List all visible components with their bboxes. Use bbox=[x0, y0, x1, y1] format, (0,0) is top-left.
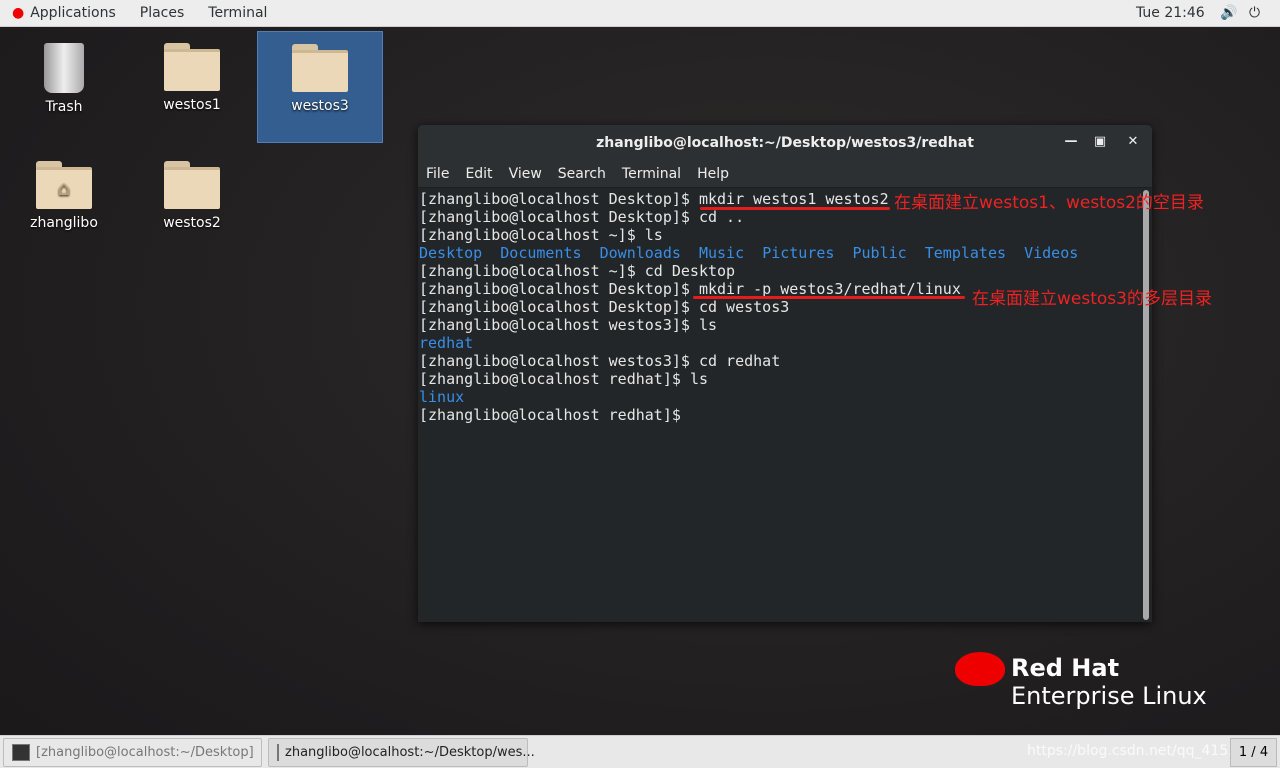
terminal-line: [zhanglibo@localhost westos3]$ cd redhat bbox=[419, 352, 1078, 370]
power-icon[interactable]: ⏻ bbox=[1249, 5, 1260, 21]
places-menu[interactable]: Places bbox=[128, 0, 197, 27]
icon-label: zhanglibo bbox=[30, 215, 98, 231]
directory-name: Public bbox=[852, 244, 907, 262]
menu-edit[interactable]: Edit bbox=[457, 166, 500, 182]
directory-name: Templates bbox=[924, 244, 1007, 262]
menu-view[interactable]: View bbox=[501, 166, 550, 182]
task-desktop-terminal[interactable]: [zhanglibo@localhost:~/Desktop] bbox=[3, 738, 262, 767]
command: cd redhat bbox=[698, 352, 781, 370]
desktop-icon-home[interactable]: ⌂ zhanglibo bbox=[1, 149, 127, 261]
menu-help[interactable]: Help bbox=[689, 166, 737, 182]
command: cd westos3 bbox=[698, 298, 790, 316]
command: mkdir westos1 westos2 bbox=[698, 190, 889, 208]
clock[interactable]: Tue 21:46 bbox=[1136, 5, 1205, 21]
command: ls bbox=[689, 370, 708, 388]
directory-name: Downloads bbox=[599, 244, 681, 262]
menu-terminal[interactable]: Terminal bbox=[614, 166, 689, 182]
redhat-icon: ● bbox=[12, 5, 25, 21]
menu-bar: File Edit View Search Terminal Help bbox=[418, 160, 1152, 188]
icon-label: westos1 bbox=[163, 97, 221, 113]
home-folder-icon: ⌂ bbox=[36, 161, 92, 209]
desktop-icon-westos2[interactable]: westos2 bbox=[129, 149, 255, 261]
menu-search[interactable]: Search bbox=[550, 166, 614, 182]
folder-icon bbox=[164, 161, 220, 209]
top-bar: ● Applications Places Terminal Tue 21:46 … bbox=[0, 0, 1280, 27]
prompt: [zhanglibo@localhost redhat]$ bbox=[419, 406, 681, 424]
prompt: [zhanglibo@localhost Desktop]$ bbox=[419, 190, 699, 208]
prompt: [zhanglibo@localhost Desktop]$ bbox=[419, 298, 699, 316]
taskbar: [zhanglibo@localhost:~/Desktop] zhanglib… bbox=[0, 735, 1280, 768]
directory-name: redhat bbox=[419, 334, 474, 352]
task-label: [zhanglibo@localhost:~/Desktop] bbox=[36, 745, 254, 760]
logo-line2: Enterprise Linux bbox=[1011, 682, 1207, 710]
task-label: zhanglibo@localhost:~/Desktop/wes... bbox=[285, 745, 535, 760]
minimize-icon[interactable]: — bbox=[1062, 134, 1080, 149]
desktop-icon-westos1[interactable]: westos1 bbox=[129, 31, 255, 143]
terminal-line: redhat bbox=[419, 334, 1078, 352]
directory-name: Videos bbox=[1024, 244, 1079, 262]
directory-name: linux bbox=[419, 388, 465, 406]
terminal-line: linux bbox=[419, 388, 1078, 406]
folder-icon bbox=[292, 44, 348, 92]
logo-line1: Red Hat bbox=[1011, 654, 1120, 682]
desktop-icon-westos3[interactable]: westos3 bbox=[257, 31, 383, 143]
applications-menu[interactable]: ● Applications bbox=[0, 0, 128, 27]
terminal-line: [zhanglibo@localhost westos3]$ ls bbox=[419, 316, 1078, 334]
terminal-menu[interactable]: Terminal bbox=[196, 0, 279, 27]
trash-icon bbox=[44, 43, 84, 93]
annotation-2: 在桌面建立westos3的多层目录 bbox=[972, 289, 1212, 309]
directory-name: Music bbox=[698, 244, 745, 262]
redhat-hat-icon bbox=[955, 652, 1005, 686]
terminal-line: Desktop Documents Downloads Music Pictur… bbox=[419, 244, 1078, 262]
icon-label: westos3 bbox=[291, 98, 349, 114]
terminal-line: [zhanglibo@localhost ~]$ cd Desktop bbox=[419, 262, 1078, 280]
directory-name: Desktop bbox=[419, 244, 483, 262]
prompt: [zhanglibo@localhost westos3]$ bbox=[419, 352, 699, 370]
annotation-1: 在桌面建立westos1、westos2的空目录 bbox=[894, 193, 1204, 213]
terminal-line: [zhanglibo@localhost redhat]$ bbox=[419, 406, 1078, 424]
title-bar[interactable]: zhanglibo@localhost:~/Desktop/westos3/re… bbox=[418, 125, 1152, 160]
prompt: [zhanglibo@localhost Desktop]$ bbox=[419, 280, 699, 298]
window-title: zhanglibo@localhost:~/Desktop/westos3/re… bbox=[596, 134, 974, 151]
command: cd .. bbox=[698, 208, 745, 226]
volume-icon[interactable]: 🔊 bbox=[1220, 5, 1237, 21]
terminal-icon bbox=[277, 744, 279, 761]
menu-file[interactable]: File bbox=[418, 166, 457, 182]
terminal-line: [zhanglibo@localhost redhat]$ ls bbox=[419, 370, 1078, 388]
directory-name: Documents bbox=[500, 244, 582, 262]
icon-label: westos2 bbox=[163, 215, 221, 231]
prompt: [zhanglibo@localhost ~]$ bbox=[419, 262, 645, 280]
workspace-switcher[interactable]: 1 / 4 bbox=[1230, 738, 1277, 767]
prompt: [zhanglibo@localhost redhat]$ bbox=[419, 370, 690, 388]
scrollbar[interactable] bbox=[1143, 190, 1149, 620]
command: ls bbox=[644, 226, 663, 244]
annotation-underline bbox=[700, 207, 890, 210]
close-icon[interactable]: ✕ bbox=[1124, 134, 1142, 149]
watermark: https://blog.csdn.net/qq_4153 bbox=[1027, 743, 1238, 759]
icon-label: Trash bbox=[45, 99, 83, 115]
terminal-icon bbox=[12, 744, 30, 761]
task-active-terminal[interactable]: zhanglibo@localhost:~/Desktop/wes... bbox=[268, 738, 535, 767]
prompt: [zhanglibo@localhost ~]$ bbox=[419, 226, 645, 244]
prompt: [zhanglibo@localhost westos3]$ bbox=[419, 316, 699, 334]
annotation-underline bbox=[693, 296, 965, 299]
directory-name: Pictures bbox=[762, 244, 835, 262]
folder-icon bbox=[164, 43, 220, 91]
command: ls bbox=[698, 316, 718, 334]
command: cd Desktop bbox=[644, 262, 736, 280]
maximize-icon[interactable]: ▣ bbox=[1091, 134, 1109, 149]
prompt: [zhanglibo@localhost Desktop]$ bbox=[419, 208, 699, 226]
desktop-icon-trash[interactable]: Trash bbox=[1, 31, 127, 143]
terminal-line: [zhanglibo@localhost ~]$ ls bbox=[419, 226, 1078, 244]
applications-label: Applications bbox=[30, 5, 116, 21]
